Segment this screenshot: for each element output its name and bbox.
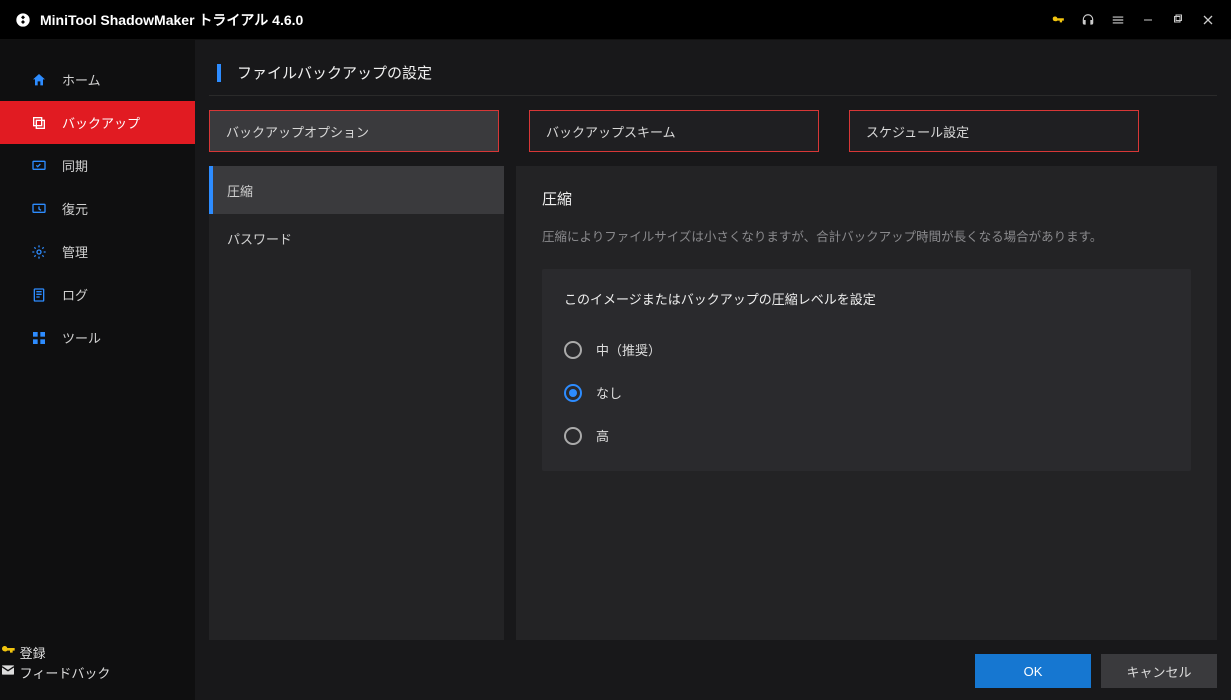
radio-icon [564,384,582,402]
app-logo-icon [14,11,32,29]
home-icon [30,71,48,89]
settings-panel: 圧縮 圧縮によりファイルサイズは小さくなりますが、合計バックアップ時間が長くなる… [516,166,1217,640]
option-list-item-password[interactable]: パスワード [209,214,504,262]
restore-icon [30,200,48,218]
option-list: 圧縮 パスワード [209,166,504,640]
minimize-icon[interactable] [1135,7,1161,33]
tab-label: スケジュール設定 [866,122,969,141]
sidebar-item-home[interactable]: ホーム [0,58,195,101]
tab-schedule[interactable]: スケジュール設定 [849,110,1139,152]
backup-icon [30,114,48,132]
main-panel: ファイルバックアップの設定 バックアップオプション バックアップスキーム スケジ… [195,40,1231,700]
sidebar-item-label: ホーム [62,70,101,89]
sidebar-item-restore[interactable]: 復元 [0,187,195,230]
sidebar-item-label: 同期 [62,156,88,175]
tab-label: バックアップスキーム [546,122,676,141]
tools-icon [30,329,48,347]
key-icon [0,646,16,661]
sidebar-item-register[interactable]: 登録 [0,642,195,662]
menu-icon[interactable] [1105,7,1131,33]
tab-backup-scheme[interactable]: バックアップスキーム [529,110,819,152]
option-list-label: 圧縮 [227,181,253,200]
radio-icon [564,341,582,359]
sidebar-item-label: 復元 [62,199,88,218]
footer: OK キャンセル [209,640,1217,688]
radio-none[interactable]: なし [564,371,1169,414]
sidebar-item-feedback[interactable]: フィードバック [0,662,195,682]
panel-description: 圧縮によりファイルサイズは小さくなりますが、合計バックアップ時間が長くなる場合が… [542,227,1191,247]
sidebar: ホーム バックアップ 同期 復元 管理 [0,40,195,700]
maximize-icon[interactable] [1165,7,1191,33]
radio-label: なし [596,383,622,402]
radio-medium[interactable]: 中（推奨） [564,328,1169,371]
sidebar-item-label: 登録 [20,646,46,661]
panel-heading: 圧縮 [542,188,1191,209]
sidebar-item-label: フィードバック [20,666,111,681]
sync-icon [30,157,48,175]
tab-label: バックアップオプション [226,122,369,141]
radio-label: 高 [596,426,609,445]
button-label: OK [1024,664,1043,679]
sidebar-item-backup[interactable]: バックアップ [0,101,195,144]
sidebar-item-tools[interactable]: ツール [0,316,195,359]
sidebar-item-label: バックアップ [62,113,140,132]
mail-icon [0,666,16,681]
accent-bar [217,64,221,82]
tabs: バックアップオプション バックアップスキーム スケジュール設定 [209,96,1217,152]
headset-icon[interactable] [1075,7,1101,33]
sidebar-item-log[interactable]: ログ [0,273,195,316]
title-bar: MiniTool ShadowMaker トライアル 4.6.0 [0,0,1231,40]
button-label: キャンセル [1126,662,1191,681]
tab-backup-options[interactable]: バックアップオプション [209,110,499,152]
cancel-button[interactable]: キャンセル [1101,654,1217,688]
sidebar-item-label: ログ [62,285,88,304]
sidebar-item-manage[interactable]: 管理 [0,230,195,273]
page-header: ファイルバックアップの設定 [209,54,1217,96]
sidebar-item-sync[interactable]: 同期 [0,144,195,187]
radio-high[interactable]: 高 [564,414,1169,457]
ok-button[interactable]: OK [975,654,1091,688]
page-title: ファイルバックアップの設定 [237,62,432,83]
radio-icon [564,427,582,445]
license-key-icon[interactable] [1045,7,1071,33]
option-list-item-compression[interactable]: 圧縮 [209,166,504,214]
close-icon[interactable] [1195,7,1221,33]
log-icon [30,286,48,304]
manage-icon [30,243,48,261]
sidebar-item-label: ツール [62,328,101,347]
compression-groupbox: このイメージまたはバックアップの圧縮レベルを設定 中（推奨） なし 高 [542,269,1191,471]
radio-label: 中（推奨） [596,340,661,359]
option-list-label: パスワード [227,229,292,248]
sidebar-item-label: 管理 [62,242,88,261]
groupbox-title: このイメージまたはバックアップの圧縮レベルを設定 [564,289,1169,308]
app-title: MiniTool ShadowMaker トライアル 4.6.0 [40,10,303,30]
